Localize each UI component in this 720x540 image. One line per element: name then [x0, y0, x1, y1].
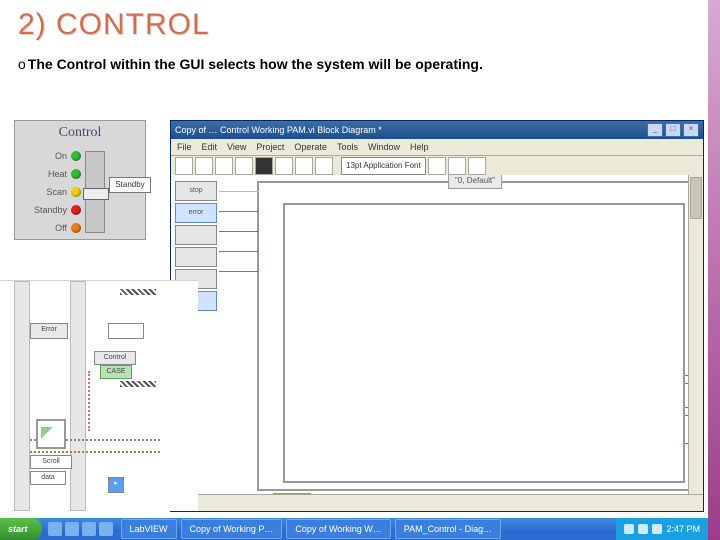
windows-taskbar[interactable]: start LabVIEW Copy of Working P… Copy of…: [0, 518, 708, 540]
menu-window[interactable]: Window: [368, 142, 400, 152]
tunnel-icon: [120, 289, 156, 295]
tunnel-icon: [120, 381, 156, 387]
quick-launch-icon[interactable]: [65, 522, 79, 536]
tray-icon[interactable]: [638, 524, 648, 534]
menu-help[interactable]: Help: [410, 142, 429, 152]
control-panel-thumbnail: Control On Heat Scan Standby Off Standby: [14, 120, 146, 240]
clock: 2:47 PM: [666, 524, 700, 534]
diagram-fragment: Error Control CASE Scroll data ▸: [0, 280, 198, 511]
step-over-button[interactable]: [295, 157, 313, 175]
bullet-marker: o: [18, 56, 26, 72]
window-title: Copy of … Control Working PAM.vi Block D…: [175, 125, 382, 135]
led-heat-icon: [71, 169, 81, 179]
minimize-button[interactable]: _: [647, 123, 663, 137]
font-combo[interactable]: 13pt Application Font: [341, 157, 426, 175]
run-continuous-button[interactable]: [195, 157, 213, 175]
wire: [219, 231, 259, 232]
wire: [88, 371, 92, 431]
data-label: data: [30, 471, 66, 485]
step-out-button[interactable]: [315, 157, 333, 175]
option-standby: Standby: [15, 205, 71, 215]
quick-launch-icon[interactable]: [48, 522, 62, 536]
menubar[interactable]: File Edit View Project Operate Tools Win…: [171, 139, 703, 156]
labview-window: Copy of … Control Working PAM.vi Block D…: [170, 120, 704, 512]
quick-launch-icon[interactable]: [99, 522, 113, 536]
run-button[interactable]: [175, 157, 193, 175]
option-off: Off: [15, 223, 71, 233]
control-panel-header: Control: [15, 125, 145, 141]
quick-launch[interactable]: [48, 522, 113, 536]
step-into-button[interactable]: [275, 157, 293, 175]
distribute-button[interactable]: [448, 157, 466, 175]
menu-project[interactable]: Project: [256, 142, 284, 152]
menu-operate[interactable]: Operate: [294, 142, 327, 152]
loop-iteration-icon[interactable]: ▸: [108, 477, 124, 493]
tray-icon[interactable]: [624, 524, 634, 534]
bullet-content: The Control within the GUI selects how t…: [28, 56, 483, 72]
slide-title: 2) CONTROL: [18, 8, 210, 42]
case-structure-frame[interactable]: [283, 203, 685, 483]
option-on: On: [15, 151, 71, 161]
close-button[interactable]: ×: [683, 123, 699, 137]
menu-view[interactable]: View: [227, 142, 246, 152]
structure-border: [14, 281, 30, 511]
selected-mode-display: Standby: [109, 177, 151, 193]
pause-button[interactable]: [235, 157, 253, 175]
led-scan-icon: [71, 187, 81, 197]
maximize-button[interactable]: □: [665, 123, 681, 137]
menu-tools[interactable]: Tools: [337, 142, 358, 152]
error-terminal[interactable]: Error: [30, 323, 68, 339]
align-button[interactable]: [428, 157, 446, 175]
control-label: Control: [94, 351, 136, 365]
abort-button[interactable]: [215, 157, 233, 175]
mode-slider[interactable]: [85, 151, 105, 233]
wire: [219, 251, 259, 252]
highlight-button[interactable]: [255, 157, 273, 175]
vertical-scrollbar[interactable]: [688, 175, 703, 495]
wire: [219, 191, 259, 192]
palette-node[interactable]: stop: [175, 181, 217, 201]
led-standby-icon: [71, 205, 81, 215]
start-button[interactable]: start: [0, 518, 42, 540]
scrollbar-thumb[interactable]: [690, 177, 702, 219]
accent-stripe: [708, 0, 720, 540]
option-scan: Scan: [15, 187, 71, 197]
window-statusbar: [171, 494, 703, 511]
quick-launch-icon[interactable]: [82, 522, 96, 536]
option-heat: Heat: [15, 169, 71, 179]
reorder-button[interactable]: [468, 157, 486, 175]
palette-node[interactable]: [175, 247, 217, 267]
wire: [219, 271, 259, 272]
menu-edit[interactable]: Edit: [202, 142, 218, 152]
wire: [219, 211, 259, 212]
structure-border: [70, 281, 86, 511]
toolbar[interactable]: 13pt Application Font: [171, 156, 703, 177]
block-diagram-canvas[interactable]: stop error "0, Default": [171, 175, 703, 495]
system-tray[interactable]: 2:47 PM: [616, 518, 708, 540]
window-titlebar[interactable]: Copy of … Control Working PAM.vi Block D…: [171, 121, 703, 139]
palette-node[interactable]: error: [175, 203, 217, 223]
scroll-label: Scroll: [30, 455, 72, 469]
menu-file[interactable]: File: [177, 142, 192, 152]
chart-icon[interactable]: [36, 419, 66, 449]
led-on-icon: [71, 151, 81, 161]
tray-icon[interactable]: [652, 524, 662, 534]
case-button[interactable]: CASE: [100, 365, 132, 379]
taskbar-item[interactable]: Copy of Working W…: [286, 519, 390, 539]
led-off-icon: [71, 223, 81, 233]
taskbar-item[interactable]: LabVIEW: [121, 519, 177, 539]
taskbar-item[interactable]: Copy of Working P…: [181, 519, 283, 539]
case-selector[interactable]: "0, Default": [448, 175, 502, 189]
palette-node[interactable]: [175, 225, 217, 245]
terminal[interactable]: [108, 323, 144, 339]
bullet-text: oThe Control within the GUI selects how …: [18, 56, 483, 72]
taskbar-item[interactable]: PAM_Control - Diag…: [395, 519, 501, 539]
slider-knob-icon[interactable]: [83, 188, 109, 200]
